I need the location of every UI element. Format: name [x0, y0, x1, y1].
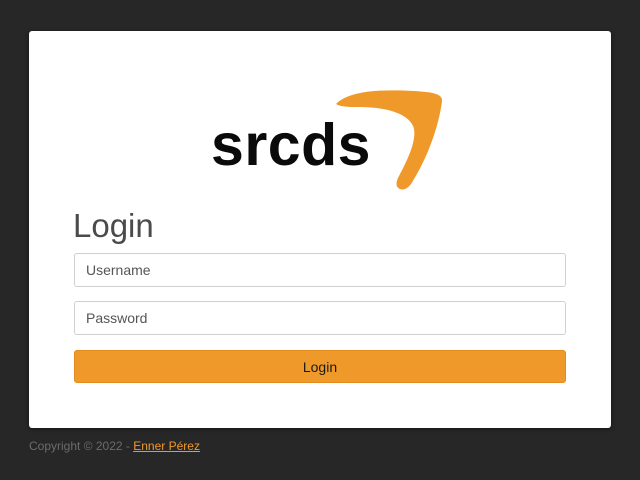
password-input[interactable] — [74, 301, 566, 335]
login-button[interactable]: Login — [74, 350, 566, 383]
logo-wordmark: srcds — [211, 112, 371, 178]
srcds-logo: srcds — [209, 89, 449, 199]
copyright-text: Copyright © 2022 - — [29, 439, 134, 453]
author-link[interactable]: Enner Pérez — [133, 439, 200, 453]
username-input[interactable] — [74, 253, 566, 287]
footer: Copyright © 2022 - Enner Pérez — [29, 439, 200, 453]
login-card: srcds Login Login — [29, 31, 611, 428]
page-title: Login — [73, 207, 154, 244]
